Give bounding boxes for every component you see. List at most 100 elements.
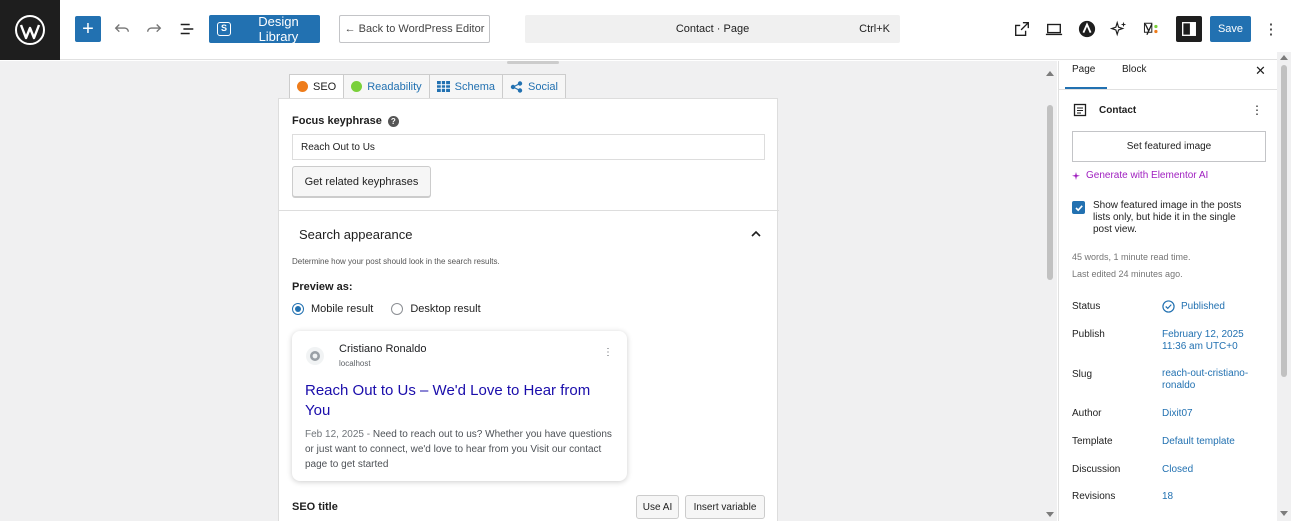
sidebar-tabs: Page Block ✕ bbox=[1059, 61, 1278, 90]
desktop-result-radio[interactable] bbox=[391, 303, 404, 315]
author-label: Author bbox=[1072, 408, 1102, 419]
search-appearance-description: Determine how your post should look in t… bbox=[292, 257, 500, 266]
serp-site-name: Cristiano Ronaldo bbox=[339, 343, 427, 355]
more-vertical-icon: ⋮ bbox=[1263, 21, 1279, 38]
serp-description-block: Feb 12, 2025 - Need to reach out to us? … bbox=[305, 427, 615, 472]
green-face-icon bbox=[351, 81, 363, 92]
yoast-tabs: SEO Readability Schema Social bbox=[289, 74, 566, 99]
preview-as-label: Preview as: bbox=[292, 281, 353, 293]
document-overview-icon bbox=[180, 23, 194, 35]
view-page-button[interactable] bbox=[1010, 16, 1034, 42]
generate-elementor-ai-link[interactable]: Generate with Elementor AI bbox=[1072, 170, 1208, 181]
document-overview-button[interactable] bbox=[175, 16, 199, 42]
serp-date: Feb 12, 2025 bbox=[305, 429, 364, 440]
desktop-preview-icon bbox=[1045, 23, 1063, 36]
ai-sparkle-button[interactable] bbox=[1107, 16, 1131, 42]
published-check-icon bbox=[1162, 300, 1175, 313]
sidebar-document-title: Contact bbox=[1099, 105, 1137, 116]
scroll-thumb[interactable] bbox=[1047, 105, 1053, 280]
slug-label: Slug bbox=[1072, 369, 1093, 380]
sidebar-toggle-icon bbox=[1182, 22, 1196, 36]
publish-date-value[interactable]: February 12, 2025 11:36 am UTC+0 bbox=[1162, 329, 1262, 353]
close-icon[interactable]: ✕ bbox=[1255, 63, 1266, 79]
discussion-value[interactable]: Closed bbox=[1162, 464, 1262, 476]
publish-label: Publish bbox=[1072, 329, 1105, 340]
tab-social[interactable]: Social bbox=[502, 74, 566, 99]
serp-title[interactable]: Reach Out to Us – We'd Love to Hear from… bbox=[305, 381, 615, 421]
serp-url: localhost bbox=[339, 359, 371, 368]
active-tab-indicator bbox=[1065, 87, 1107, 89]
scroll-down-arrow[interactable] bbox=[1046, 512, 1054, 517]
tab-block[interactable]: Block bbox=[1122, 64, 1146, 75]
help-icon[interactable]: ? bbox=[387, 115, 399, 127]
template-value[interactable]: Default template bbox=[1162, 436, 1262, 448]
insert-variable-button[interactable]: Insert variable bbox=[685, 495, 765, 519]
scroll-down-arrow[interactable] bbox=[1280, 511, 1288, 516]
page-document-icon bbox=[1073, 103, 1087, 117]
checkmark-icon bbox=[1074, 204, 1083, 211]
options-menu-button[interactable]: ⋮ bbox=[1262, 16, 1280, 42]
scroll-up-arrow[interactable] bbox=[1046, 71, 1054, 76]
device-preview-button[interactable] bbox=[1042, 16, 1066, 42]
scroll-up-arrow[interactable] bbox=[1280, 55, 1288, 60]
focus-keyphrase-input[interactable] bbox=[292, 134, 765, 160]
show-featured-image-option: Show featured image in the posts lists o… bbox=[1072, 200, 1266, 236]
plus-icon: + bbox=[82, 18, 94, 40]
author-value[interactable]: Dixit07 bbox=[1162, 408, 1262, 420]
undo-button[interactable] bbox=[110, 16, 134, 42]
get-related-keyphrases-button[interactable]: Get related keyphrases bbox=[292, 166, 431, 197]
tab-seo[interactable]: SEO bbox=[289, 74, 345, 99]
focus-keyphrase-label: Focus keyphrase ? bbox=[292, 115, 399, 127]
more-vertical-icon: ⋮ bbox=[603, 347, 613, 358]
show-featured-checkbox[interactable] bbox=[1072, 201, 1085, 214]
share-icon bbox=[510, 80, 523, 93]
seo-title-label: SEO title bbox=[292, 501, 338, 513]
sidebar-scrollbar[interactable] bbox=[1277, 52, 1291, 521]
mobile-result-label[interactable]: Mobile result bbox=[311, 303, 373, 315]
last-edited: Last edited 24 minutes ago. bbox=[1072, 269, 1183, 279]
globe-icon bbox=[306, 347, 324, 365]
sparkle-icon bbox=[1110, 20, 1127, 37]
orange-face-icon bbox=[297, 81, 308, 92]
tab-page[interactable]: Page bbox=[1072, 64, 1095, 75]
external-link-icon bbox=[1015, 22, 1029, 36]
word-count: 45 words, 1 minute read time. bbox=[1072, 252, 1191, 262]
use-ai-button[interactable]: Use AI bbox=[636, 495, 679, 519]
more-vertical-icon[interactable]: ⋮ bbox=[1251, 103, 1263, 117]
settings-sidebar-toggle[interactable] bbox=[1176, 16, 1202, 42]
command-shortcut: Ctrl+K bbox=[859, 23, 890, 35]
design-library-button[interactable]: S Design Library bbox=[209, 14, 320, 44]
elementor-ai-button[interactable] bbox=[1075, 16, 1099, 42]
serp-preview-card: Cristiano Ronaldo localhost ⋮ Reach Out … bbox=[292, 331, 627, 481]
yoast-seo-panel: Focus keyphrase ? Get related keyphrases… bbox=[278, 98, 779, 521]
yoast-seo-button[interactable] bbox=[1138, 16, 1164, 42]
show-featured-label[interactable]: Show featured image in the posts lists o… bbox=[1093, 200, 1253, 236]
sparkle-icon bbox=[1072, 171, 1080, 180]
set-featured-image-button[interactable]: Set featured image bbox=[1072, 131, 1266, 162]
revisions-value[interactable]: 18 bbox=[1162, 491, 1262, 503]
tab-schema[interactable]: Schema bbox=[428, 74, 504, 99]
status-value[interactable]: Published bbox=[1162, 300, 1262, 313]
tab-readability[interactable]: Readability bbox=[343, 74, 430, 99]
chevron-up-icon[interactable] bbox=[749, 227, 763, 241]
wordpress-logo-button[interactable] bbox=[0, 0, 60, 60]
scroll-thumb[interactable] bbox=[1281, 65, 1287, 377]
redo-button[interactable] bbox=[142, 16, 166, 42]
revisions-label: Revisions bbox=[1072, 491, 1116, 502]
resize-handle[interactable] bbox=[507, 61, 559, 64]
discussion-label: Discussion bbox=[1072, 464, 1121, 475]
undo-icon bbox=[114, 24, 129, 33]
serp-date-separator: - bbox=[366, 429, 371, 440]
template-label: Template bbox=[1072, 436, 1113, 447]
design-library-icon: S bbox=[217, 22, 231, 36]
add-block-button[interactable]: + bbox=[75, 16, 101, 42]
mobile-result-radio[interactable] bbox=[292, 303, 304, 315]
back-to-wordpress-editor-button[interactable]: ← Back to WordPress Editor bbox=[339, 15, 490, 43]
wordpress-logo-icon bbox=[15, 15, 45, 45]
search-appearance-title[interactable]: Search appearance bbox=[299, 227, 412, 242]
desktop-result-label[interactable]: Desktop result bbox=[410, 303, 480, 315]
canvas-scrollbar[interactable] bbox=[1043, 61, 1057, 521]
save-button[interactable]: Save bbox=[1210, 16, 1251, 42]
command-palette-bar[interactable]: Contact · Page Ctrl+K bbox=[525, 15, 900, 43]
slug-value[interactable]: reach-out-cristiano-ronaldo bbox=[1162, 368, 1262, 392]
